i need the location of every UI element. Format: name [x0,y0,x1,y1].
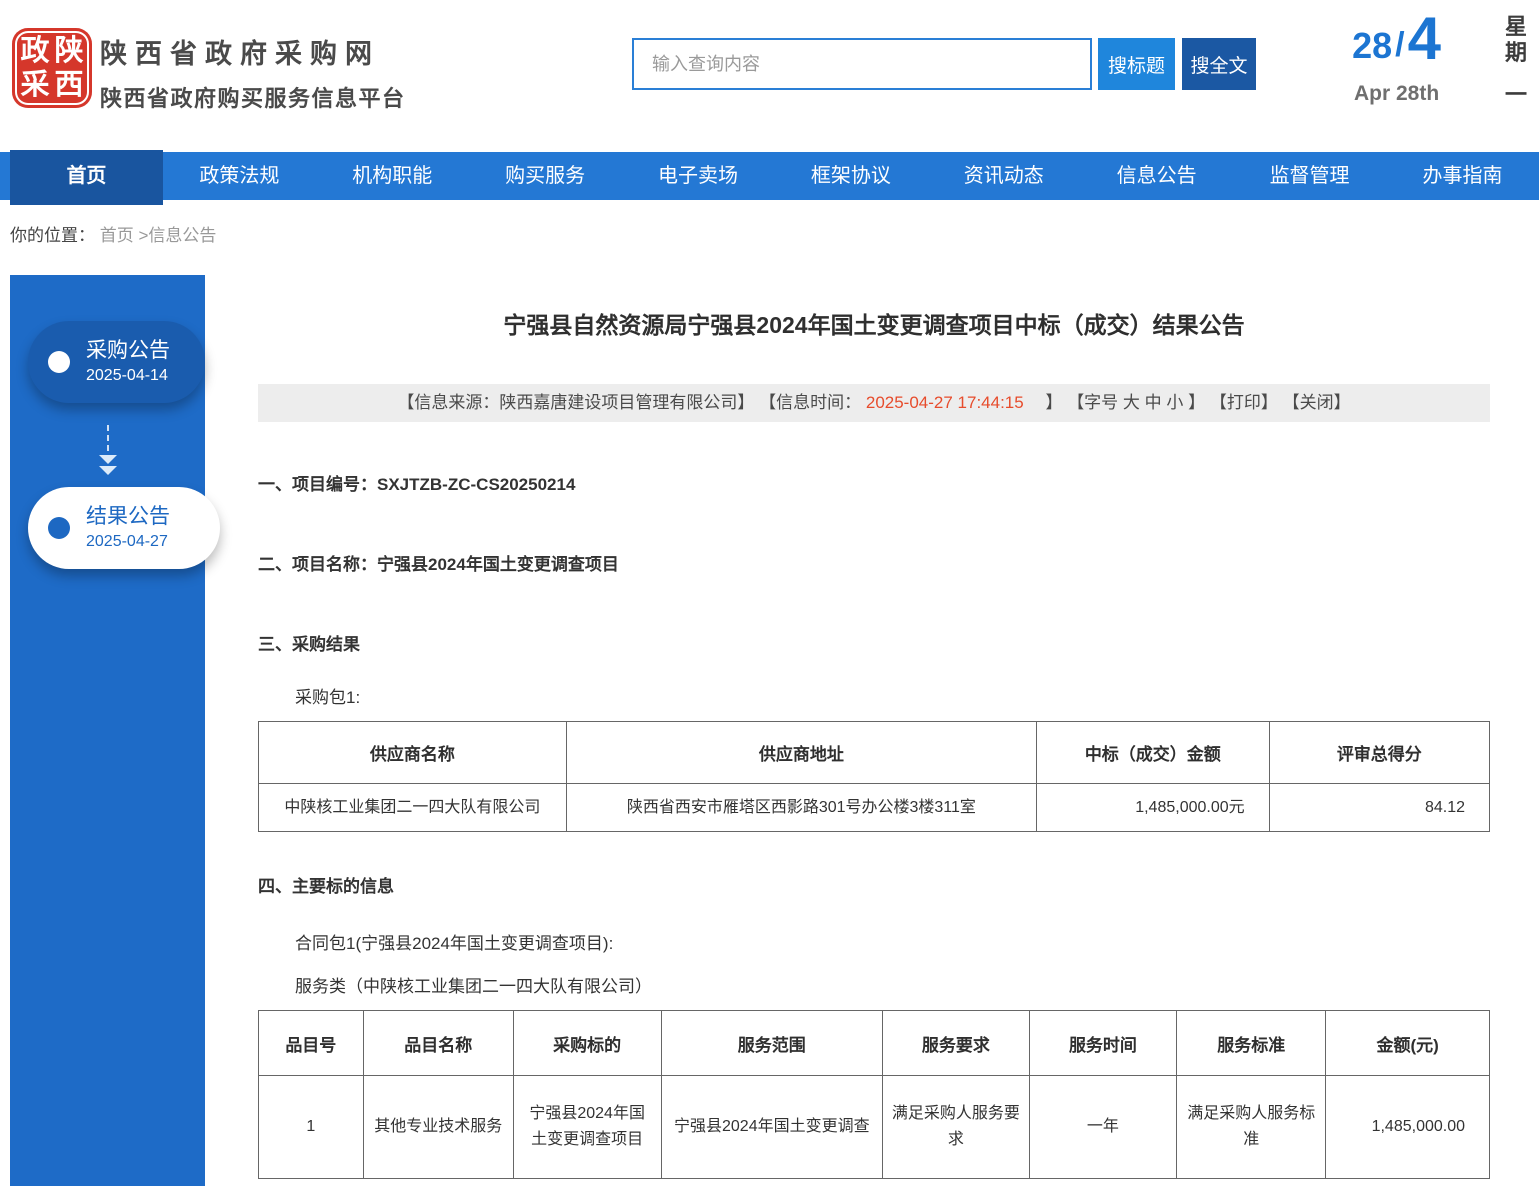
package-label: 采购包1: [258,683,1490,708]
table-cell: 1,485,000.00 [1326,1076,1490,1179]
date-day: 28 [1352,24,1392,68]
page-title: 宁强县自然资源局宁强县2024年国土变更调查项目中标（成交）结果公告 [258,306,1490,340]
sidebar-item-result-announcement[interactable]: 结果公告 2025-04-27 [28,487,220,569]
table-cell: 一年 [1029,1076,1177,1179]
column-header: 服务时间 [1029,1011,1177,1076]
logo-char: 陕 [52,34,86,68]
fontsize-small-button[interactable]: 小 [1166,393,1183,412]
nav-item-8[interactable]: 监督管理 [1233,152,1386,200]
nav-item-4[interactable]: 电子卖场 [622,152,775,200]
section-procurement-result-heading: 三、采购结果 [258,630,1490,655]
logo-char: 政 [18,34,52,68]
breadcrumb: 你的位置： 首页 >信息公告 [0,200,1539,272]
date-slash: / [1395,22,1404,68]
column-header: 供应商名称 [259,722,567,784]
column-header: 金额(元) [1326,1011,1490,1076]
section-project-name: 二、项目名称：宁强县2024年国土变更调查项目 [258,550,1490,575]
sidebar-item-date: 2025-04-14 [86,365,170,387]
nav-item-0[interactable]: 首页 [10,150,163,205]
print-button[interactable]: 【打印】 [1210,393,1278,412]
weekday-char: 期 [1505,40,1527,66]
weekday-char: 一 [1505,82,1527,108]
table-cell: 宁强县2024年国土变更调查项目 [513,1076,661,1179]
sidebar-item-title: 结果公告 [86,503,170,531]
nav-item-6[interactable]: 资讯动态 [927,152,1080,200]
info-time-suffix: 】 [1028,393,1062,412]
site-header: 政 陕 采 西 陕西省政府采购网 陕西省政府购买服务信息平台 搜标题 搜全文 2… [0,0,1539,152]
service-category-label: 服务类（中陕核工业集团二一四大队有限公司） [258,972,1490,997]
timeline-dot-icon [48,351,70,373]
site-logo-seal-icon: 政 陕 采 西 [12,28,92,108]
timeline-dot-icon [48,517,70,539]
search-input[interactable] [632,38,1092,90]
fontsize-medium-button[interactable]: 中 [1145,393,1162,412]
contract-package-label: 合同包1(宁强县2024年国土变更调查项目): [258,929,1490,954]
sidebar-item-date: 2025-04-27 [86,531,170,553]
date-widget: 28 / 4 Apr 28th [1352,10,1441,106]
table-cell: 宁强县2024年国土变更调查 [661,1076,883,1179]
fontsize-label: 【字号 [1067,393,1123,412]
weekday-char: 星 [1505,14,1527,40]
column-header: 品目号 [259,1011,364,1076]
nav-item-7[interactable]: 信息公告 [1080,152,1233,200]
weekday-label: 星 期 一 [1505,14,1527,108]
fontsize-label-close: 】 [1188,393,1205,412]
subject-info-table: 品目号品目名称采购标的服务范围服务要求服务时间服务标准金额(元) 1其他专业技术服… [258,1010,1490,1179]
section-subject-info-heading: 四、主要标的信息 [258,872,1490,897]
site-titles: 陕西省政府采购网 陕西省政府购买服务信息平台 [100,32,406,113]
article-meta-bar: 【信息来源：陕西嘉唐建设项目管理有限公司】 【信息时间： 2025-04-27 … [258,384,1490,422]
procurement-result-table: 供应商名称供应商地址中标（成交）金额评审总得分中陕核工业集团二一四大队有限公司陕… [258,721,1490,832]
fontsize-large-button[interactable]: 大 [1123,393,1140,412]
breadcrumb-home-link[interactable]: 首页 [100,226,134,245]
table-cell: 陕西省西安市雁塔区西影路301号办公楼3楼311室 [566,784,1036,832]
nav-item-9[interactable]: 办事指南 [1386,152,1539,200]
table-cell: 其他专业技术服务 [363,1076,513,1179]
date-month: 4 [1408,10,1441,68]
article-content: 宁强县自然资源局宁强县2024年国土变更调查项目中标（成交）结果公告 【信息来源… [205,306,1539,1179]
column-header: 评审总得分 [1269,722,1489,784]
info-source: 【信息来源：陕西嘉唐建设项目管理有限公司】 [397,393,754,412]
table-row: 中陕核工业集团二一四大队有限公司陕西省西安市雁塔区西影路301号办公楼3楼311… [259,784,1490,832]
sidebar-item-procurement-announcement[interactable]: 采购公告 2025-04-14 [28,321,205,403]
timeline-arrow-down-icon [10,425,205,477]
search-fulltext-button[interactable]: 搜全文 [1182,38,1256,90]
search-title-button[interactable]: 搜标题 [1098,38,1175,90]
main-nav: 首页政策法规机构职能购买服务电子卖场框架协议资讯动态信息公告监督管理办事指南 [0,152,1539,200]
nav-item-2[interactable]: 机构职能 [316,152,469,200]
table-cell: 1,485,000.00元 [1036,784,1269,832]
close-button[interactable]: 【关闭】 [1283,393,1351,412]
site-title: 陕西省政府采购网 [100,32,406,71]
announcement-timeline-sidebar: 采购公告 2025-04-14 结果公告 2025-04-27 [10,275,205,1186]
breadcrumb-current: >信息公告 [138,226,216,245]
section-project-number: 一、项目编号：SXJTZB-ZC-CS20250214 [258,470,1490,495]
site-subtitle: 陕西省政府购买服务信息平台 [100,81,406,113]
breadcrumb-label: 你的位置： [10,226,95,245]
table-cell: 中陕核工业集团二一四大队有限公司 [259,784,567,832]
table-cell: 84.12 [1269,784,1489,832]
date-english: Apr 28th [1352,82,1441,106]
logo-char: 采 [18,68,52,102]
table-cell: 满足采购人服务标准 [1177,1076,1326,1179]
search-bar: 搜标题 搜全文 [632,38,1256,90]
sidebar-item-title: 采购公告 [86,337,170,365]
info-time: 2025-04-27 17:44:15 [866,393,1024,412]
table-cell: 满足采购人服务要求 [883,1076,1029,1179]
column-header: 品目名称 [363,1011,513,1076]
logo-char: 西 [52,68,86,102]
nav-item-5[interactable]: 框架协议 [774,152,927,200]
column-header: 供应商地址 [566,722,1036,784]
column-header: 采购标的 [513,1011,661,1076]
info-time-prefix: 【信息时间： [759,393,861,412]
column-header: 服务范围 [661,1011,883,1076]
table-row: 1其他专业技术服务宁强县2024年国土变更调查项目宁强县2024年国土变更调查满… [259,1076,1490,1179]
table-cell: 1 [259,1076,364,1179]
column-header: 中标（成交）金额 [1036,722,1269,784]
column-header: 服务标准 [1177,1011,1326,1076]
nav-item-3[interactable]: 购买服务 [469,152,622,200]
nav-item-1[interactable]: 政策法规 [163,152,316,200]
column-header: 服务要求 [883,1011,1029,1076]
main-area: 采购公告 2025-04-14 结果公告 2025-04-27 宁强县自然资源局… [0,272,1539,1186]
